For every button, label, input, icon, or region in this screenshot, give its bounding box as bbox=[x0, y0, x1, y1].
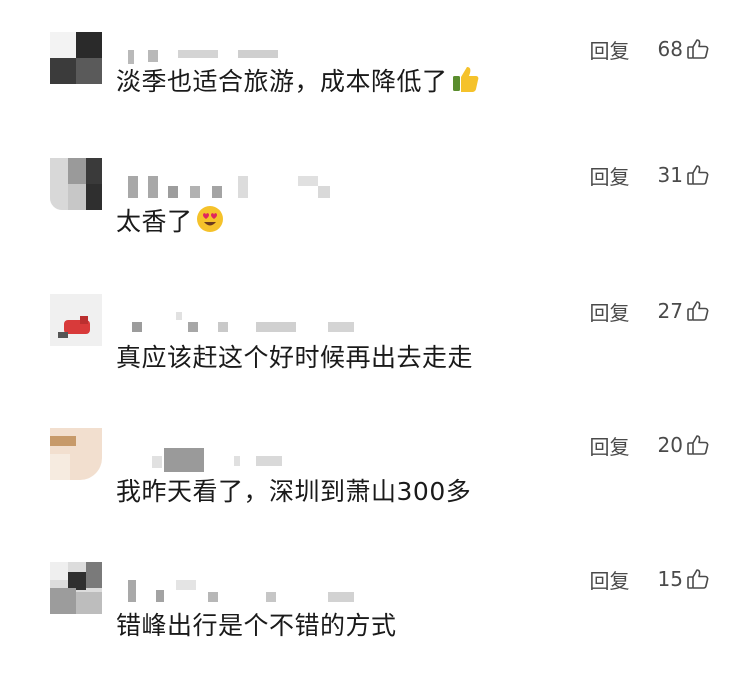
comment-text: 真应该赶这个好时候再出去走走 bbox=[116, 338, 473, 374]
like-count: 31 bbox=[657, 163, 683, 187]
reply-button[interactable]: 回复 bbox=[590, 297, 630, 326]
comment-item: 错峰出行是个不错的方式 回复 15 bbox=[0, 562, 750, 692]
comment-text: 我昨天看了，深圳到萧山300多 bbox=[116, 472, 471, 508]
comment-item: 太香了 回复 31 bbox=[0, 158, 750, 288]
heart-eyes-emoji-icon bbox=[195, 204, 225, 240]
reply-button[interactable]: 回复 bbox=[590, 161, 630, 190]
like-count: 15 bbox=[657, 567, 683, 591]
comment-actions: 回复 31 bbox=[590, 160, 710, 190]
avatar[interactable] bbox=[50, 294, 102, 346]
like-button[interactable]: 31 bbox=[658, 163, 710, 187]
comment-text-content: 真应该赶这个好时候再出去走走 bbox=[116, 343, 474, 372]
comment-text: 淡季也适合旅游，成本降低了 bbox=[116, 62, 480, 100]
comment-text: 错峰出行是个不错的方式 bbox=[116, 606, 397, 642]
thumb-up-outline-icon bbox=[687, 39, 709, 59]
username-blurred[interactable] bbox=[118, 176, 418, 200]
comment-actions: 回复 15 bbox=[590, 564, 710, 594]
like-button[interactable]: 20 bbox=[658, 433, 710, 457]
like-count: 27 bbox=[657, 299, 683, 323]
comment-text: 太香了 bbox=[116, 202, 225, 240]
comment-item: 我昨天看了，深圳到萧山300多 回复 20 bbox=[0, 428, 750, 558]
thumb-up-outline-icon bbox=[687, 435, 709, 455]
comment-actions: 回复 68 bbox=[590, 34, 710, 64]
comment-text-content: 太香了 bbox=[116, 207, 193, 236]
thumb-up-outline-icon bbox=[687, 569, 709, 589]
comment-item: 真应该赶这个好时候再出去走走 回复 27 bbox=[0, 294, 750, 424]
like-count: 20 bbox=[657, 433, 683, 457]
username-blurred[interactable] bbox=[118, 312, 418, 336]
thumb-up-outline-icon bbox=[687, 165, 709, 185]
thumbs-up-icon bbox=[450, 64, 480, 100]
reply-button[interactable]: 回复 bbox=[590, 35, 630, 64]
comment-text-content: 错峰出行是个不错的方式 bbox=[116, 611, 397, 640]
avatar[interactable] bbox=[50, 428, 102, 480]
reply-button[interactable]: 回复 bbox=[590, 565, 630, 594]
reply-button[interactable]: 回复 bbox=[590, 431, 630, 460]
like-count: 68 bbox=[657, 37, 683, 61]
comment-text-content: 淡季也适合旅游，成本降低了 bbox=[116, 67, 448, 96]
avatar[interactable] bbox=[50, 562, 102, 614]
comment-item: 淡季也适合旅游，成本降低了 回复 68 bbox=[0, 32, 750, 162]
comment-actions: 回复 27 bbox=[590, 296, 710, 326]
username-blurred[interactable] bbox=[118, 580, 418, 604]
comment-actions: 回复 20 bbox=[590, 430, 710, 460]
like-button[interactable]: 68 bbox=[658, 37, 710, 61]
username-blurred[interactable] bbox=[118, 446, 418, 472]
like-button[interactable]: 27 bbox=[658, 299, 710, 323]
avatar[interactable] bbox=[50, 32, 102, 84]
avatar[interactable] bbox=[50, 158, 102, 210]
like-button[interactable]: 15 bbox=[658, 567, 710, 591]
thumb-up-outline-icon bbox=[687, 301, 709, 321]
comment-text-content: 我昨天看了，深圳到萧山300多 bbox=[116, 477, 472, 506]
